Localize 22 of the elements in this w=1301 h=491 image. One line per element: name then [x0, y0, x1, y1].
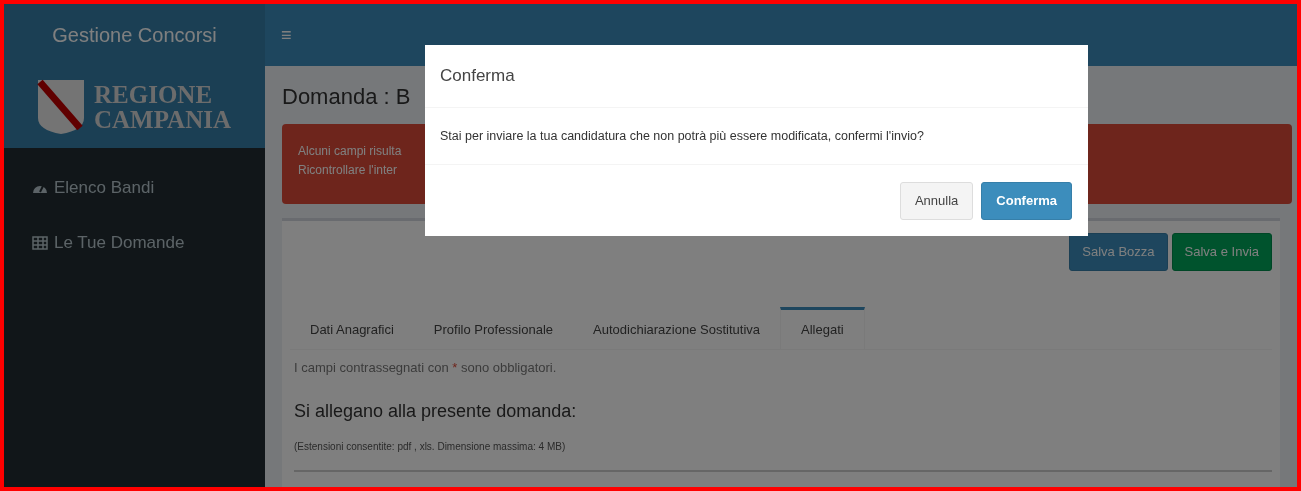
- sidebar-item[interactable]: Le Tue Domande: [4, 215, 265, 270]
- section-heading: Si allegano alla presente domanda:: [294, 399, 578, 423]
- tab[interactable]: Profilo Professionale: [413, 307, 574, 349]
- confirm-button[interactable]: Conferma: [981, 181, 1072, 220]
- tab[interactable]: Allegati: [780, 307, 865, 349]
- sidebar-item[interactable]: Elenco Bandi: [4, 160, 265, 215]
- cancel-button[interactable]: Annulla: [899, 181, 974, 220]
- alert-text: Ricontrollare l'inter: [298, 162, 398, 179]
- table-icon: [32, 235, 48, 250]
- alert-text: Alcuni campi risulta: [298, 143, 403, 160]
- dialog-title: Conferma: [440, 65, 515, 88]
- save-send-button[interactable]: Salva e Invia: [1171, 233, 1272, 271]
- region-logo-text: REGIONE CAMPANIA: [94, 82, 231, 132]
- tab[interactable]: Dati Anagrafici: [290, 307, 414, 349]
- app-title: Gestione Concorsi: [52, 23, 217, 48]
- dialog-message: Stai per inviare la tua candidatura che non potrà più essere modificata, confermi l'invio?: [440, 127, 924, 145]
- page-title: Domanda : B: [282, 83, 412, 111]
- shield-icon: [36, 78, 86, 136]
- file-hint: (Estensioni consentite: pdf , xls. Dimensione massima: 4 MB): [294, 439, 567, 454]
- save-draft-button[interactable]: Salva Bozza: [1069, 233, 1168, 271]
- tab[interactable]: Autodichiarazione Sostitutiva: [573, 307, 780, 349]
- menu-button[interactable]: ≡: [281, 26, 292, 44]
